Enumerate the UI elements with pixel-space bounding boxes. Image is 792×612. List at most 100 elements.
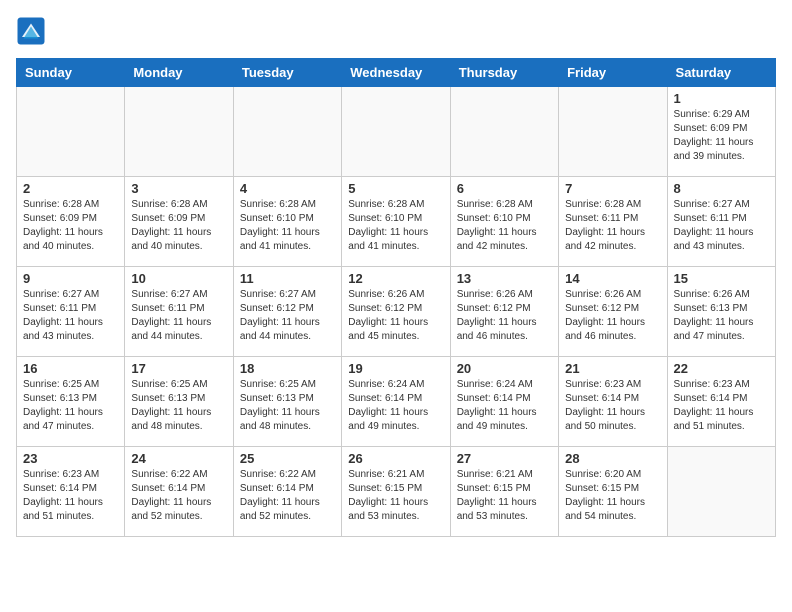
day-number: 18: [240, 361, 335, 376]
calendar-cell: 17 Sunrise: 6:25 AM Sunset: 6:13 PM Dayli…: [125, 357, 233, 447]
calendar-cell: 25Sunrise: 6:22 AM Sunset: 6:14 PM Dayli…: [233, 447, 341, 537]
day-number: 6: [457, 181, 552, 196]
weekday-header-friday: Friday: [559, 59, 667, 87]
calendar-cell: 18 Sunrise: 6:25 AM Sunset: 6:13 PM Dayli…: [233, 357, 341, 447]
calendar-header: SundayMondayTuesdayWednesdayThursdayFrid…: [17, 59, 776, 87]
calendar-week-3: 9 Sunrise: 6:27 AM Sunset: 6:11 PM Daylig…: [17, 267, 776, 357]
calendar-cell: 26 Sunrise: 6:21 AM Sunset: 6:15 PM Dayli…: [342, 447, 450, 537]
day-info: Sunrise: 6:21 AM Sunset: 6:15 PM Dayligh…: [348, 468, 443, 524]
day-number: 12: [348, 271, 443, 286]
calendar-cell: 27 Sunrise: 6:21 AM Sunset: 6:15 PM Dayli…: [450, 447, 558, 537]
day-info: Sunrise: 6:28 AM Sunset: 6:10 PM Dayligh…: [240, 198, 335, 254]
day-info: Sunrise: 6:22 AM Sunset: 6:14 PM Dayligh…: [131, 468, 226, 524]
calendar-cell: 11 Sunrise: 6:27 AM Sunset: 6:12 PM Dayli…: [233, 267, 341, 357]
day-info: Sunrise: 6:28 AM Sunset: 6:11 PM Dayligh…: [565, 198, 660, 254]
day-number: 11: [240, 271, 335, 286]
calendar-cell: 15 Sunrise: 6:26 AM Sunset: 6:13 PM Dayli…: [667, 267, 775, 357]
header: [16, 16, 776, 46]
day-info: Sunrise: 6:25 AM Sunset: 6:13 PM Dayligh…: [240, 378, 335, 434]
day-number: 13: [457, 271, 552, 286]
day-info: Sunrise: 6:28 AM Sunset: 6:10 PM Dayligh…: [457, 198, 552, 254]
calendar-cell: 3 Sunrise: 6:28 AM Sunset: 6:09 PM Daylig…: [125, 177, 233, 267]
day-number: 9: [23, 271, 118, 286]
day-number: 10: [131, 271, 226, 286]
calendar-cell: 22 Sunrise: 6:23 AM Sunset: 6:14 PM Dayli…: [667, 357, 775, 447]
day-info: Sunrise: 6:29 AM Sunset: 6:09 PM Dayligh…: [674, 108, 769, 164]
weekday-header-monday: Monday: [125, 59, 233, 87]
day-info: Sunrise: 6:26 AM Sunset: 6:12 PM Dayligh…: [348, 288, 443, 344]
day-info: Sunrise: 6:21 AM Sunset: 6:15 PM Dayligh…: [457, 468, 552, 524]
calendar-week-5: 23 Sunrise: 6:23 AM Sunset: 6:14 PM Dayli…: [17, 447, 776, 537]
day-info: Sunrise: 6:24 AM Sunset: 6:14 PM Dayligh…: [457, 378, 552, 434]
day-info: Sunrise: 6:27 AM Sunset: 6:11 PM Dayligh…: [23, 288, 118, 344]
day-number: 2: [23, 181, 118, 196]
day-number: 16: [23, 361, 118, 376]
calendar-cell: 16 Sunrise: 6:25 AM Sunset: 6:13 PM Dayli…: [17, 357, 125, 447]
calendar-cell: [667, 447, 775, 537]
weekday-header-wednesday: Wednesday: [342, 59, 450, 87]
day-info: Sunrise: 6:20 AM Sunset: 6:15 PM Dayligh…: [565, 468, 660, 524]
day-number: 28: [565, 451, 660, 466]
day-info: Sunrise: 6:25 AM Sunset: 6:13 PM Dayligh…: [131, 378, 226, 434]
day-number: 19: [348, 361, 443, 376]
calendar-cell: 2 Sunrise: 6:28 AM Sunset: 6:09 PM Daylig…: [17, 177, 125, 267]
weekday-header-sunday: Sunday: [17, 59, 125, 87]
day-info: Sunrise: 6:26 AM Sunset: 6:13 PM Dayligh…: [674, 288, 769, 344]
calendar-cell: [559, 87, 667, 177]
day-number: 8: [674, 181, 769, 196]
day-number: 14: [565, 271, 660, 286]
calendar-cell: 7 Sunrise: 6:28 AM Sunset: 6:11 PM Daylig…: [559, 177, 667, 267]
logo-icon: [16, 16, 46, 46]
day-info: Sunrise: 6:28 AM Sunset: 6:10 PM Dayligh…: [348, 198, 443, 254]
calendar-cell: 23 Sunrise: 6:23 AM Sunset: 6:14 PM Dayli…: [17, 447, 125, 537]
calendar-cell: 9 Sunrise: 6:27 AM Sunset: 6:11 PM Daylig…: [17, 267, 125, 357]
calendar-cell: 8 Sunrise: 6:27 AM Sunset: 6:11 PM Daylig…: [667, 177, 775, 267]
day-number: 21: [565, 361, 660, 376]
day-info: Sunrise: 6:23 AM Sunset: 6:14 PM Dayligh…: [23, 468, 118, 524]
day-number: 20: [457, 361, 552, 376]
calendar-cell: 12 Sunrise: 6:26 AM Sunset: 6:12 PM Dayli…: [342, 267, 450, 357]
calendar-body: 1 Sunrise: 6:29 AM Sunset: 6:09 PM Daylig…: [17, 87, 776, 537]
calendar-week-1: 1 Sunrise: 6:29 AM Sunset: 6:09 PM Daylig…: [17, 87, 776, 177]
day-number: 27: [457, 451, 552, 466]
day-number: 17: [131, 361, 226, 376]
day-number: 15: [674, 271, 769, 286]
day-number: 5: [348, 181, 443, 196]
day-info: Sunrise: 6:23 AM Sunset: 6:14 PM Dayligh…: [565, 378, 660, 434]
day-number: 3: [131, 181, 226, 196]
day-info: Sunrise: 6:22 AM Sunset: 6:14 PM Dayligh…: [240, 468, 335, 524]
day-number: 22: [674, 361, 769, 376]
calendar-cell: 14 Sunrise: 6:26 AM Sunset: 6:12 PM Dayli…: [559, 267, 667, 357]
calendar-cell: [233, 87, 341, 177]
weekday-header-tuesday: Tuesday: [233, 59, 341, 87]
calendar-cell: [342, 87, 450, 177]
weekday-header-saturday: Saturday: [667, 59, 775, 87]
day-number: 23: [23, 451, 118, 466]
calendar-cell: 1 Sunrise: 6:29 AM Sunset: 6:09 PM Daylig…: [667, 87, 775, 177]
calendar-week-2: 2 Sunrise: 6:28 AM Sunset: 6:09 PM Daylig…: [17, 177, 776, 267]
day-number: 1: [674, 91, 769, 106]
calendar-cell: 24 Sunrise: 6:22 AM Sunset: 6:14 PM Dayli…: [125, 447, 233, 537]
day-info: Sunrise: 6:25 AM Sunset: 6:13 PM Dayligh…: [23, 378, 118, 434]
calendar-table: SundayMondayTuesdayWednesdayThursdayFrid…: [16, 58, 776, 537]
calendar-cell: 10Sunrise: 6:27 AM Sunset: 6:11 PM Dayli…: [125, 267, 233, 357]
day-info: Sunrise: 6:23 AM Sunset: 6:14 PM Dayligh…: [674, 378, 769, 434]
day-info: Sunrise: 6:28 AM Sunset: 6:09 PM Dayligh…: [131, 198, 226, 254]
calendar-cell: 20 Sunrise: 6:24 AM Sunset: 6:14 PM Dayli…: [450, 357, 558, 447]
day-number: 7: [565, 181, 660, 196]
day-info: Sunrise: 6:27 AM Sunset: 6:12 PM Dayligh…: [240, 288, 335, 344]
calendar-cell: 5 Sunrise: 6:28 AM Sunset: 6:10 PM Daylig…: [342, 177, 450, 267]
day-number: 24: [131, 451, 226, 466]
calendar-cell: 6 Sunrise: 6:28 AM Sunset: 6:10 PM Daylig…: [450, 177, 558, 267]
calendar-cell: [125, 87, 233, 177]
day-info: Sunrise: 6:24 AM Sunset: 6:14 PM Dayligh…: [348, 378, 443, 434]
day-info: Sunrise: 6:28 AM Sunset: 6:09 PM Dayligh…: [23, 198, 118, 254]
calendar-cell: 21 Sunrise: 6:23 AM Sunset: 6:14 PM Dayli…: [559, 357, 667, 447]
day-info: Sunrise: 6:26 AM Sunset: 6:12 PM Dayligh…: [565, 288, 660, 344]
day-info: Sunrise: 6:27 AM Sunset: 6:11 PM Dayligh…: [674, 198, 769, 254]
day-number: 4: [240, 181, 335, 196]
calendar-cell: 4 Sunrise: 6:28 AM Sunset: 6:10 PM Daylig…: [233, 177, 341, 267]
calendar-week-4: 16 Sunrise: 6:25 AM Sunset: 6:13 PM Dayli…: [17, 357, 776, 447]
day-number: 26: [348, 451, 443, 466]
calendar-cell: [450, 87, 558, 177]
